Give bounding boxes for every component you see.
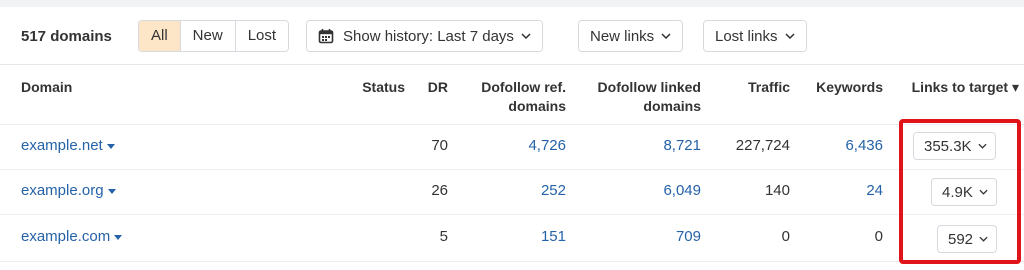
column-header-line: domains xyxy=(643,98,701,114)
column-header-dr[interactable]: DR xyxy=(410,78,448,97)
dofollow-ref-domains-value[interactable]: 151 xyxy=(466,227,566,246)
column-header-traffic[interactable]: Traffic xyxy=(720,78,790,97)
column-header-domain[interactable]: Domain xyxy=(21,78,72,97)
caret-down-icon[interactable] xyxy=(106,143,115,149)
row-divider xyxy=(0,261,1024,262)
dr-value: 70 xyxy=(431,137,448,154)
caret-down-icon[interactable] xyxy=(114,234,123,240)
column-header-keywords[interactable]: Keywords xyxy=(800,78,883,97)
column-header-status[interactable]: Status xyxy=(340,78,405,97)
segment-new[interactable]: New xyxy=(180,21,236,51)
segment-lost[interactable]: Lost xyxy=(235,21,289,51)
column-header-links-to-target[interactable]: Links to target ▾ xyxy=(895,78,1019,97)
dofollow-linked-domains-value[interactable]: 8,721 xyxy=(600,136,701,155)
segment-all[interactable]: All xyxy=(139,21,181,51)
keywords-value: 0 xyxy=(874,228,883,245)
calendar-icon xyxy=(318,29,334,44)
traffic-value: 140 xyxy=(764,182,790,199)
column-header-dofollow-linked-domains[interactable]: Dofollow linked domains xyxy=(575,78,701,116)
chevron-down-icon xyxy=(521,33,531,39)
filter-segmented-control: All New Lost xyxy=(138,20,290,52)
dr-value: 5 xyxy=(439,228,448,245)
domain-label: example.org xyxy=(21,182,104,199)
history-dropdown[interactable]: Show history: Last 7 days xyxy=(306,20,543,52)
dofollow-ref-domains-value[interactable]: 252 xyxy=(466,181,566,200)
keywords-value[interactable]: 6,436 xyxy=(800,136,883,155)
lost-links-label: Lost links xyxy=(715,27,778,45)
column-header-dofollow-ref-domains[interactable]: Dofollow ref. domains xyxy=(460,78,566,116)
domain-label: example.net xyxy=(21,137,103,154)
caret-down-icon[interactable] xyxy=(107,188,116,194)
dofollow-linked-domains-value[interactable]: 709 xyxy=(600,227,701,246)
history-dropdown-label: Show history: Last 7 days xyxy=(343,27,514,45)
column-header-line: domains xyxy=(508,98,566,114)
domain-link[interactable]: example.com xyxy=(21,227,123,246)
top-strip xyxy=(0,0,1024,7)
column-header-line: Dofollow ref. xyxy=(481,79,566,95)
domain-link[interactable]: example.net xyxy=(21,136,115,155)
column-header-line: Dofollow linked xyxy=(597,79,701,95)
new-links-label: New links xyxy=(590,27,655,45)
toolbar: 517 domains All New Lost Show history: L… xyxy=(0,7,1024,65)
dofollow-linked-domains-value[interactable]: 6,049 xyxy=(600,181,701,200)
chevron-down-icon xyxy=(661,33,671,39)
domain-link[interactable]: example.org xyxy=(21,181,116,200)
dr-value: 26 xyxy=(431,182,448,199)
chevron-down-icon xyxy=(785,33,795,39)
traffic-value: 0 xyxy=(781,228,790,245)
domain-count: 517 domains xyxy=(21,28,112,45)
traffic-value: 227,724 xyxy=(735,137,790,154)
row-divider xyxy=(0,124,1024,125)
highlight-box xyxy=(899,119,1021,264)
dofollow-ref-domains-value[interactable]: 4,726 xyxy=(466,136,566,155)
keywords-value[interactable]: 24 xyxy=(800,181,883,200)
new-links-dropdown[interactable]: New links xyxy=(578,20,684,52)
row-divider xyxy=(0,169,1024,170)
domain-label: example.com xyxy=(21,228,111,245)
row-divider xyxy=(0,214,1024,215)
lost-links-dropdown[interactable]: Lost links xyxy=(703,20,807,52)
